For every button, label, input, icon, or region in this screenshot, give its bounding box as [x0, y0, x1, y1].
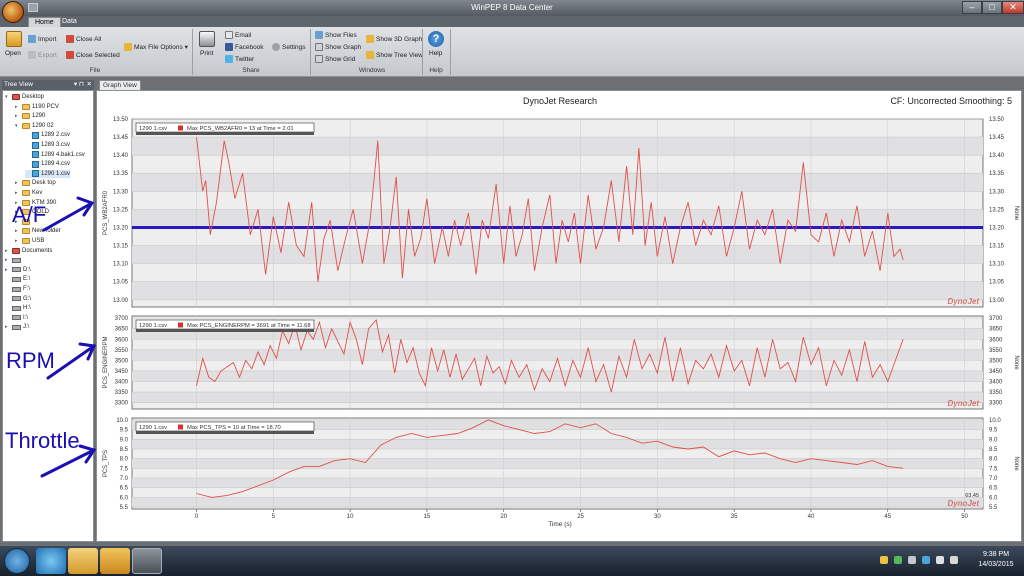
file-explorer-icon[interactable]	[68, 548, 98, 574]
tray-icon[interactable]	[908, 556, 916, 564]
folder-app-icon[interactable]	[100, 548, 130, 574]
clock-date: 14/03/2015	[978, 561, 1014, 568]
annotation-arrows	[40, 196, 97, 478]
tray-icon[interactable]	[894, 556, 902, 564]
start-button[interactable]	[4, 548, 30, 574]
clock[interactable]: 9:38 PM 14/03/2015	[972, 550, 1020, 570]
annotation-arrow-rpm	[46, 344, 96, 380]
internet-explorer-icon[interactable]	[36, 548, 66, 574]
winpep-app-icon[interactable]	[132, 548, 162, 574]
app-logo[interactable]	[2, 1, 24, 23]
tray-icon[interactable]	[880, 556, 888, 564]
tray-icon[interactable]	[922, 556, 930, 564]
clock-time: 9:38 PM	[982, 551, 1010, 558]
taskbar: 9:38 PM 14/03/2015	[0, 546, 1024, 576]
annotation-arrow-af	[42, 201, 94, 232]
network-icon[interactable]	[936, 556, 944, 564]
volume-icon[interactable]	[950, 556, 958, 564]
